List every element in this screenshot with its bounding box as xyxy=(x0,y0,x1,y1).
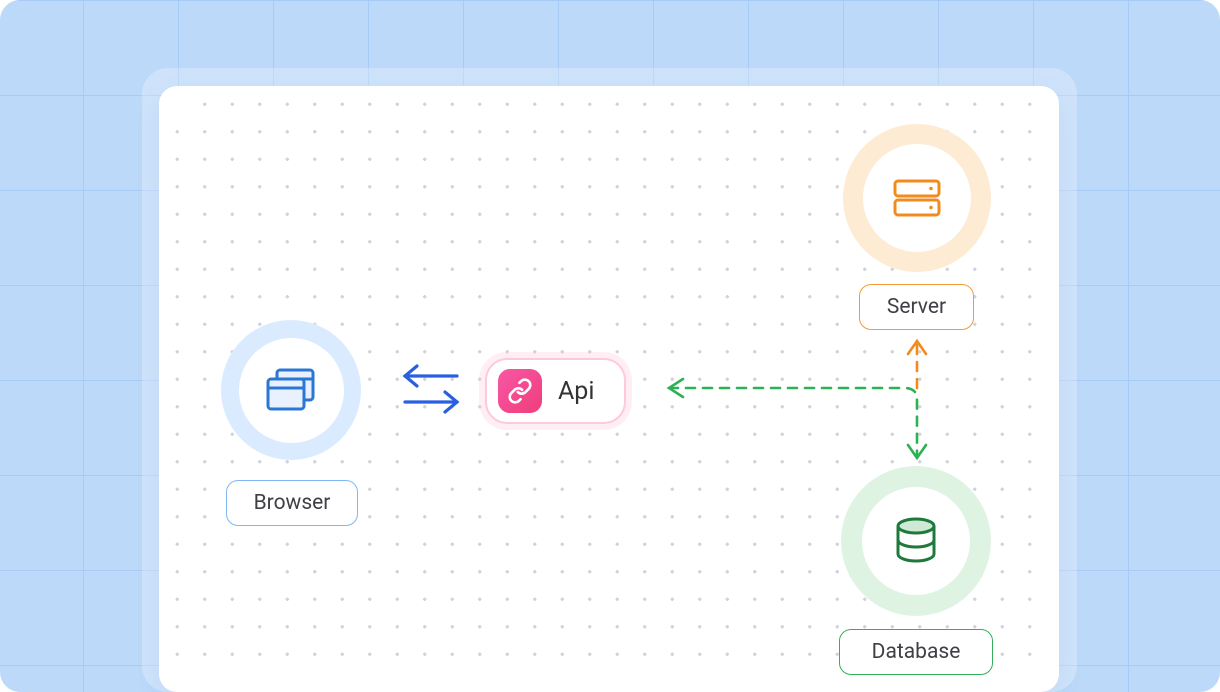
database-node[interactable] xyxy=(841,466,991,616)
api-label-text: Api xyxy=(558,377,594,406)
database-label[interactable]: Database xyxy=(839,629,993,675)
database-label-text: Database xyxy=(872,640,961,664)
browser-node[interactable] xyxy=(221,320,361,460)
browser-circle xyxy=(239,338,344,443)
database-circle xyxy=(862,487,970,595)
browser-label-text: Browser xyxy=(254,491,331,515)
browser-label[interactable]: Browser xyxy=(226,480,358,526)
arrow-branch-server xyxy=(908,341,926,388)
server-label-text: Server xyxy=(887,295,946,319)
link-icon xyxy=(498,369,542,413)
browser-icon xyxy=(263,366,319,414)
server-node[interactable] xyxy=(843,124,991,272)
arrow-browser-api xyxy=(405,366,457,412)
arrow-api-branch xyxy=(669,379,926,458)
database-icon xyxy=(892,516,940,566)
server-label[interactable]: Server xyxy=(859,284,974,330)
diagram-canvas[interactable]: Browser Api Server xyxy=(159,86,1059,692)
server-icon xyxy=(890,176,944,220)
server-circle xyxy=(863,144,971,252)
api-node[interactable]: Api xyxy=(485,358,626,424)
